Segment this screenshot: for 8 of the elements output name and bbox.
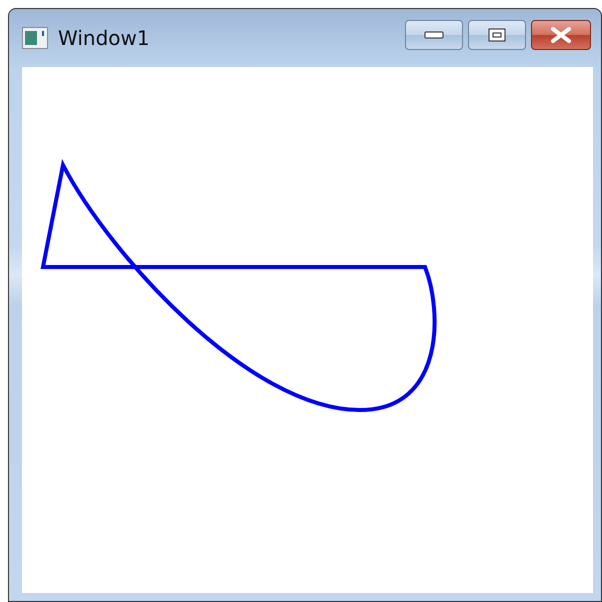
close-button[interactable] bbox=[531, 20, 591, 50]
window-title: Window1 bbox=[58, 26, 151, 50]
maximize-icon bbox=[488, 28, 506, 42]
minimize-icon bbox=[424, 31, 444, 39]
maximize-button[interactable] bbox=[468, 20, 526, 50]
minimize-button[interactable] bbox=[405, 20, 463, 50]
close-icon bbox=[550, 27, 572, 43]
app-icon bbox=[22, 27, 48, 49]
